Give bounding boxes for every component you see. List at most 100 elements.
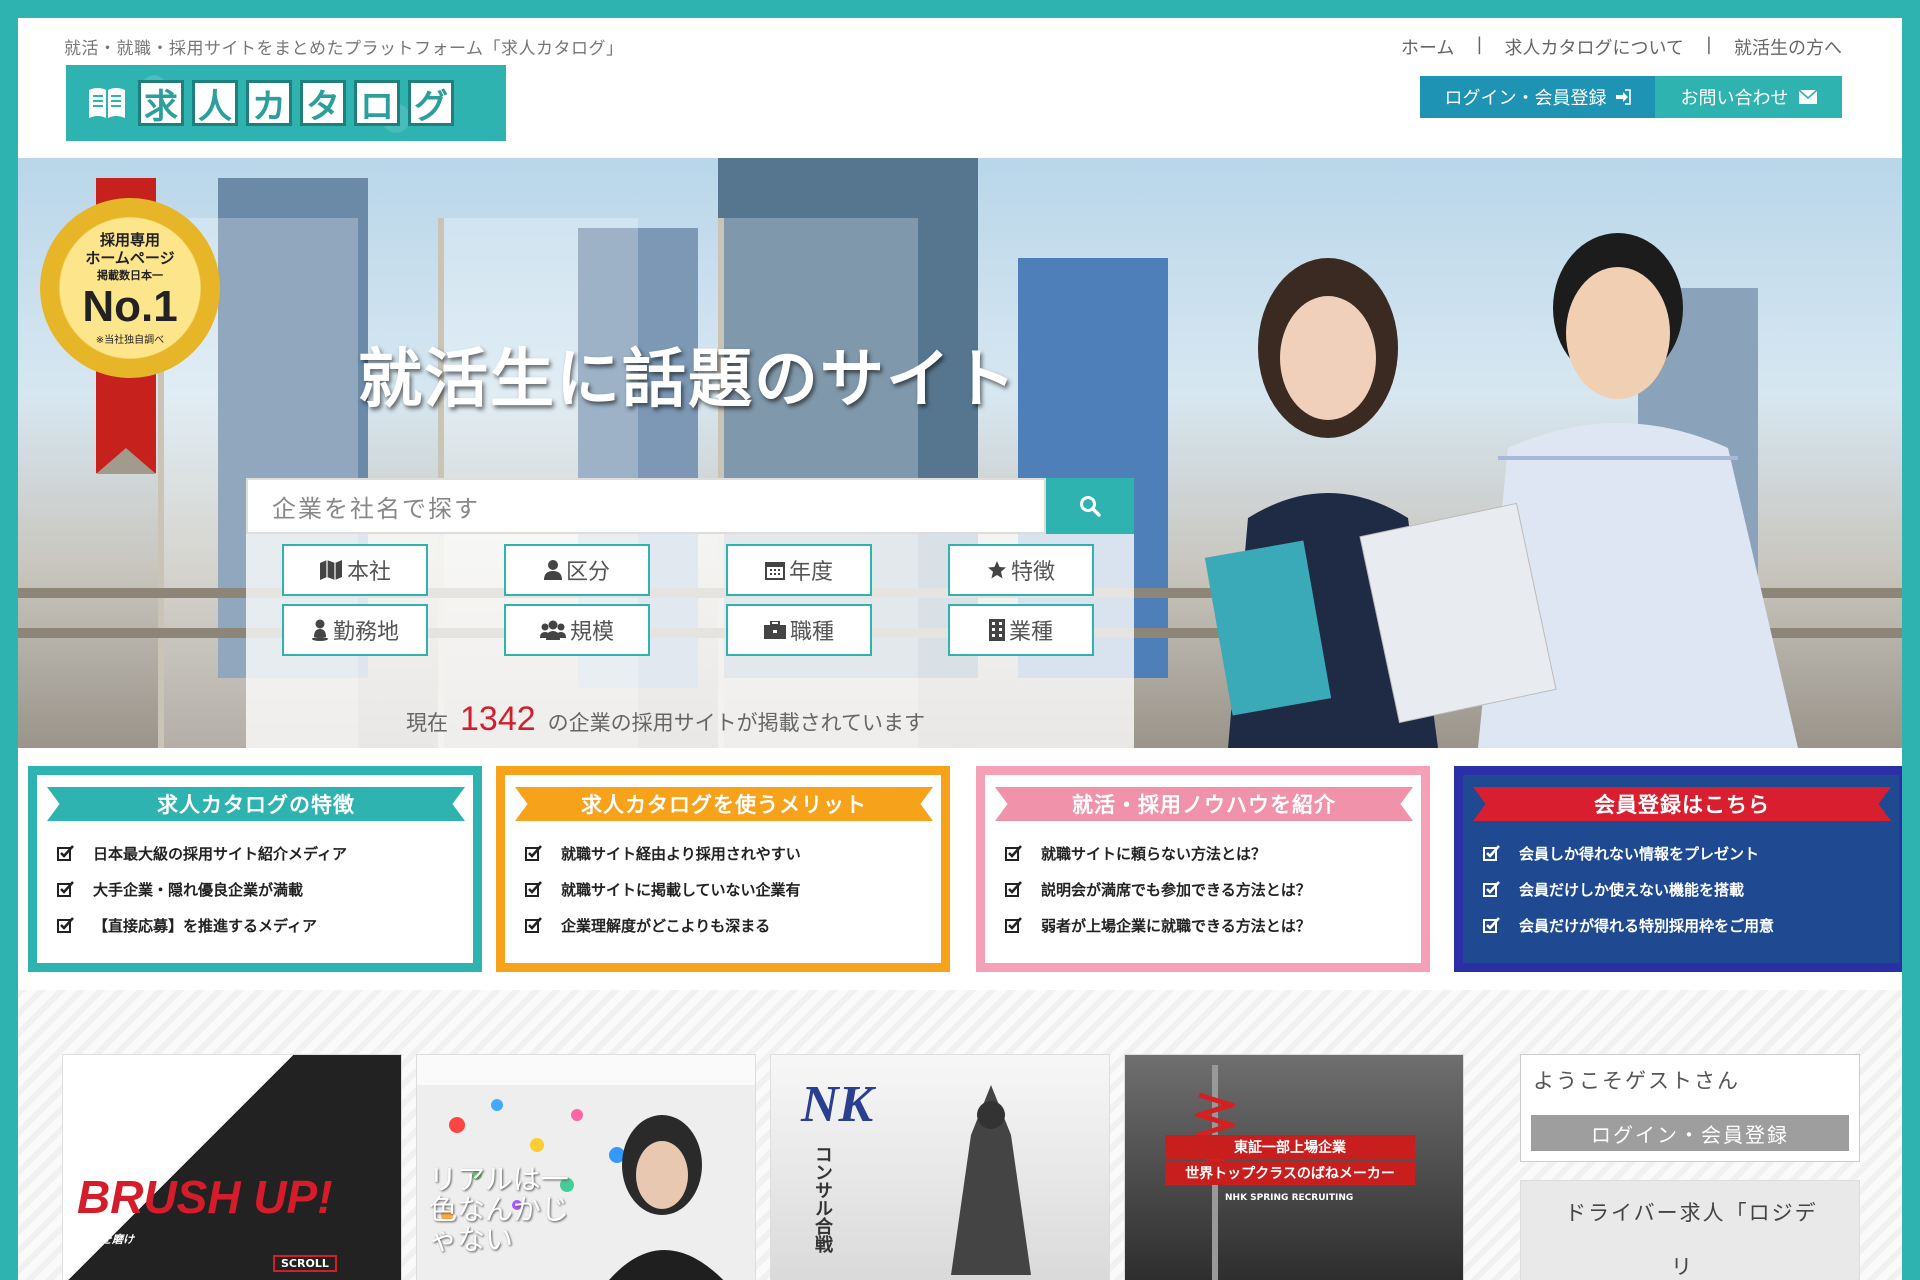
login-button[interactable]: ログイン・会員登録 — [1420, 76, 1655, 118]
contact-button[interactable]: お問い合わせ — [1655, 76, 1842, 118]
nav-students[interactable]: 就活生の方へ — [1734, 34, 1842, 60]
check-square-icon — [57, 881, 74, 897]
listing-count: 現在 1342 の企業の採用サイトが掲載されています — [406, 700, 925, 739]
category-label: 勤務地 — [332, 620, 399, 645]
building-icon — [988, 619, 1005, 641]
check-square-icon — [1483, 845, 1500, 861]
hero-people-image — [1204, 233, 1798, 748]
nav-separator: | — [1705, 34, 1712, 55]
calendar-icon — [764, 562, 785, 580]
category-button-occupation[interactable]: 職種 — [726, 604, 872, 656]
badge-line2: ホームページ — [85, 248, 175, 267]
check-square-icon — [1005, 845, 1022, 861]
logo-char: 求 — [138, 80, 184, 127]
feature-item-text: 就職サイト経由より採用されやすい — [561, 844, 801, 863]
feature-item: 日本最大級の採用サイト紹介メディア — [57, 835, 347, 871]
check-square-icon — [525, 881, 542, 897]
thumbnail-subtitle: 世界トップクラスのばねメーカー — [1165, 1161, 1415, 1185]
feature-item: 会員だけが得れる特別採用枠をご用意 — [1483, 907, 1774, 943]
feature-list: 就職サイトに頼らない方法とは？ 説明会が満席でも参加できる方法とは？ 弱者が上場… — [1005, 835, 1311, 943]
category-button-scale[interactable]: 規模 — [504, 604, 650, 656]
samurai-image — [951, 1085, 1031, 1275]
map-icon — [319, 560, 342, 580]
thumbnail-title: BRUSH UP! — [77, 1171, 333, 1223]
feature-boxes: 求人カタログの特徴 日本最大級の採用サイト紹介メディア 大手企業・隠れ優良企業が… — [18, 766, 1902, 990]
badge-line3: 掲載数日本一 — [97, 268, 163, 282]
hero-title: 就活生に話題のサイト — [358, 343, 1018, 417]
site-logo[interactable]: 求 人 カ タ ロ グ — [66, 65, 506, 141]
driver-ad-text: ドライバー求人「ロジデ — [1565, 1201, 1818, 1225]
feature-item: 会員だけしか使えない機能を搭載 — [1483, 871, 1774, 907]
thumbnail-logo: NK — [801, 1076, 874, 1133]
category-button-headquarters[interactable]: 本社 — [282, 544, 428, 596]
driver-ad-box[interactable]: ドライバー求人「ロジデ リ — [1520, 1180, 1860, 1280]
nav-home[interactable]: ホーム — [1401, 34, 1454, 60]
company-count: 1342 — [460, 700, 536, 738]
briefcase-icon — [763, 621, 786, 639]
users-icon — [539, 620, 566, 640]
feature-item: 説明会が満席でも参加できる方法とは？ — [1005, 871, 1311, 907]
company-thumbnail[interactable]: DENTALPRO RECRUITING BRUSH UP! 思考を磨け SCR… — [62, 1054, 402, 1280]
logo-char: ロ — [354, 80, 400, 127]
feature-box-merits[interactable]: 求人カタログを使うメリット 就職サイト経由より採用されやすい 就職サイトに掲載し… — [496, 766, 950, 972]
logo-char: グ — [408, 80, 454, 127]
category-button-features[interactable]: 特徴 — [948, 544, 1094, 596]
thumbnail-subtitle: DENTALPRO RECRUITING — [77, 1135, 189, 1144]
check-square-icon — [525, 917, 542, 933]
sidebar-login-button[interactable]: ログイン・会員登録 — [1531, 1115, 1849, 1151]
feature-item-text: 説明会が満席でも参加できる方法とは？ — [1041, 880, 1311, 899]
search-panel: 企業を社名で探す 本社 区分 年度 特徴 勤務地 規模 職種 業種 現在 134… — [246, 478, 1134, 748]
welcome-text: ようこそゲストさん — [1533, 1069, 1740, 1093]
category-button-year[interactable]: 年度 — [726, 544, 872, 596]
feature-list: 日本最大級の採用サイト紹介メディア 大手企業・隠れ優良企業が満載 【直接応募】を… — [57, 835, 347, 943]
check-square-icon — [1483, 917, 1500, 933]
category-button-location[interactable]: 勤務地 — [282, 604, 428, 656]
nav-separator: | — [1476, 34, 1483, 55]
check-square-icon — [57, 845, 74, 861]
feature-item-text: 企業理解度がどこよりも深まる — [561, 916, 771, 935]
feature-box-register[interactable]: 会員登録はこちら 会員しか得れない情報をプレゼント 会員だけしか使えない機能を搭… — [1454, 766, 1902, 972]
feature-item: 企業理解度がどこよりも深まる — [525, 907, 801, 943]
search-icon — [1080, 496, 1101, 517]
category-button-industry[interactable]: 業種 — [948, 604, 1094, 656]
company-search-input[interactable]: 企業を社名で探す — [246, 478, 1046, 534]
feature-box-characteristics[interactable]: 求人カタログの特徴 日本最大級の採用サイト紹介メディア 大手企業・隠れ優良企業が… — [28, 766, 482, 972]
category-button-type[interactable]: 区分 — [504, 544, 650, 596]
star-icon — [987, 561, 1006, 579]
person-pin-icon — [311, 619, 328, 641]
feature-item-text: 会員だけしか使えない機能を搭載 — [1519, 880, 1745, 899]
logo-char: カ — [246, 80, 292, 127]
category-label: 特徴 — [1010, 560, 1055, 585]
feature-title: 会員登録はこちら — [1473, 787, 1891, 821]
feature-item: 就職サイトに掲載していない企業有 — [525, 871, 801, 907]
category-label: 年度 — [788, 560, 833, 585]
nav-about[interactable]: 求人カタログについて — [1504, 34, 1683, 60]
feature-box-knowhow[interactable]: 就活・採用ノウハウを紹介 就職サイトに頼らない方法とは？ 説明会が満席でも参加で… — [976, 766, 1430, 972]
feature-item-text: 大手企業・隠れ優良企業が満載 — [93, 880, 304, 899]
company-thumbnail[interactable]: NK コンサル合戦 — [770, 1054, 1110, 1280]
company-thumbnail[interactable]: リアルは一色なんかじゃない — [416, 1054, 756, 1280]
sign-in-icon — [1615, 89, 1631, 105]
logo-char: タ — [300, 80, 346, 127]
feature-list: 就職サイト経由より採用されやすい 就職サイトに掲載していない企業有 企業理解度が… — [525, 835, 801, 943]
check-square-icon — [1005, 881, 1022, 897]
company-thumbnail[interactable]: 東証一部上場企業 世界トップクラスのばねメーカー NHK SPRING RECR… — [1124, 1054, 1464, 1280]
no1-badge: 採用専用 ホームページ 掲載数日本一 No.1 ※当社独自調べ — [28, 178, 220, 474]
badge-rank: No.1 — [82, 281, 178, 331]
feature-item: 大手企業・隠れ優良企業が満載 — [57, 871, 347, 907]
category-label: 区分 — [565, 560, 610, 585]
feature-item: 会員しか得れない情報をプレゼント — [1483, 835, 1774, 871]
feature-title: 就活・採用ノウハウを紹介 — [995, 787, 1413, 821]
badge-medal: 採用専用 ホームページ 掲載数日本一 No.1 ※当社独自調べ — [40, 198, 220, 378]
feature-item: 【直接応募】を推進するメディア — [57, 907, 347, 943]
check-square-icon — [525, 845, 542, 861]
contact-label: お問い合わせ — [1680, 88, 1789, 109]
search-button[interactable] — [1046, 478, 1134, 534]
envelope-icon — [1798, 90, 1817, 104]
feature-item-text: 弱者が上場企業に就職できる方法とは？ — [1041, 916, 1311, 935]
category-label: 本社 — [346, 560, 391, 585]
feature-item: 就職サイト経由より採用されやすい — [525, 835, 801, 871]
category-label: 職種 — [789, 620, 834, 645]
category-label: 規模 — [569, 620, 614, 645]
feature-title: 求人カタログを使うメリット — [515, 787, 933, 821]
